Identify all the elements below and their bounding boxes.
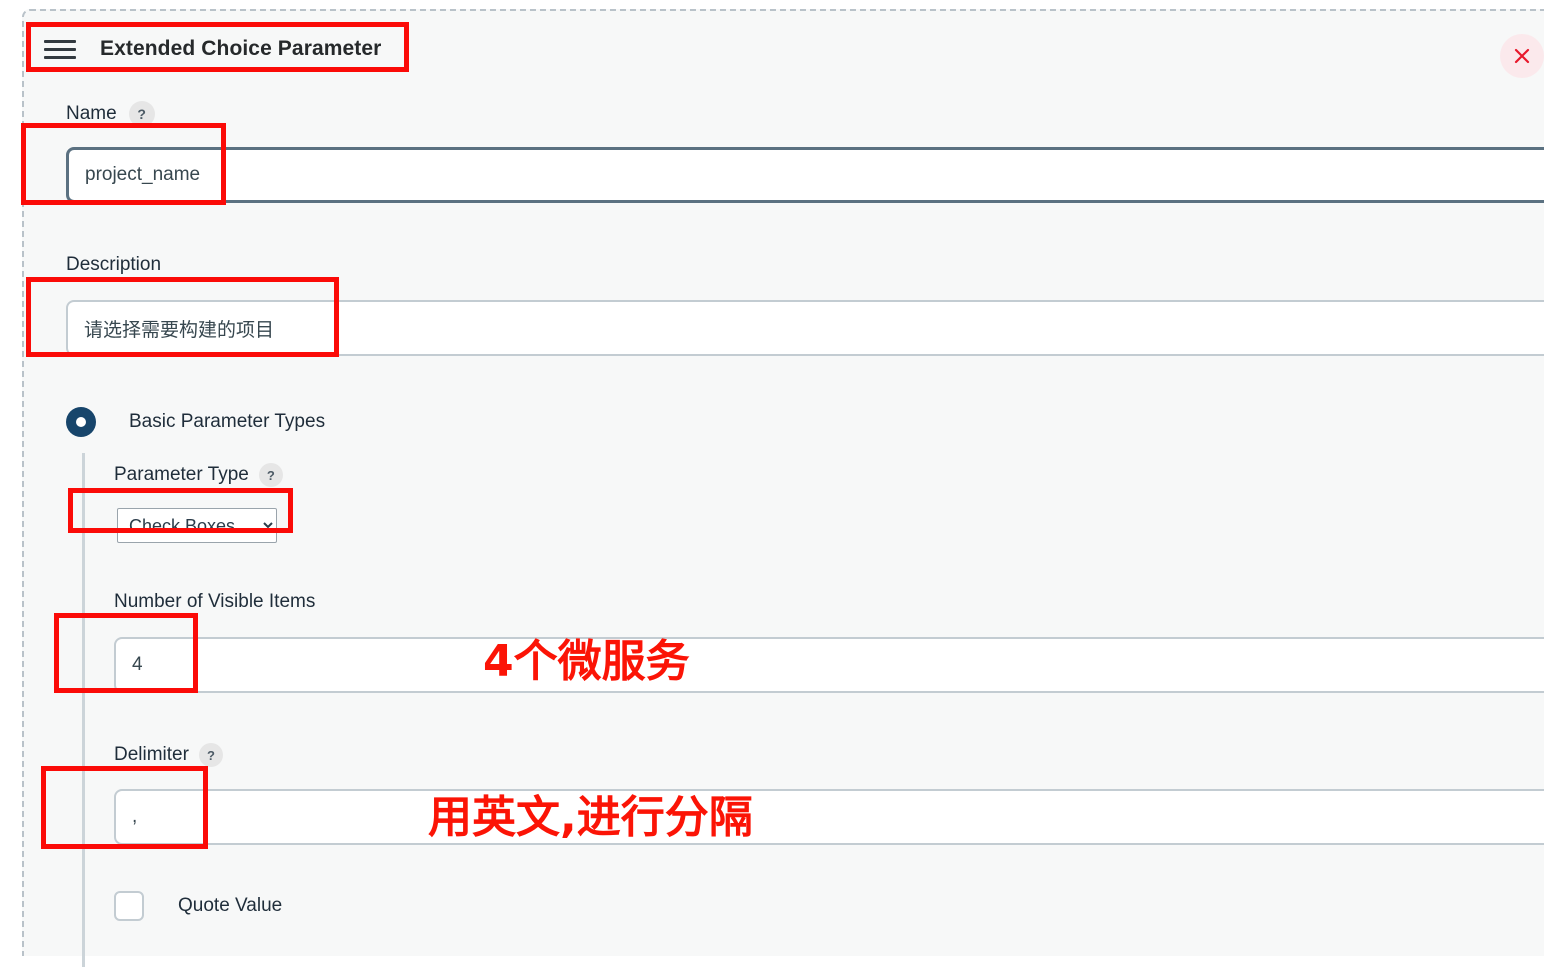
- description-label-text: Description: [66, 254, 162, 275]
- description-input[interactable]: [66, 300, 1544, 356]
- visible-items-label-text: Number of Visible Items: [114, 591, 316, 612]
- name-help-icon[interactable]: ?: [128, 101, 155, 127]
- basic-parameter-types-radio-row[interactable]: Basic Parameter Types: [66, 407, 325, 437]
- delimiter-input[interactable]: [114, 789, 1544, 845]
- delimiter-label-text: Delimiter: [114, 744, 189, 765]
- parameter-type-help-icon[interactable]: ?: [258, 463, 283, 487]
- delimiter-help-icon[interactable]: ?: [198, 743, 223, 767]
- name-field-label: Name ?: [66, 101, 155, 127]
- parameter-type-field-label: Parameter Type ?: [114, 463, 283, 487]
- close-icon: [1514, 48, 1530, 64]
- hamburger-icon[interactable]: [44, 37, 76, 61]
- name-input[interactable]: [66, 147, 1544, 203]
- quote-value-label: Quote Value: [178, 895, 283, 916]
- visible-items-field-label: Number of Visible Items: [114, 591, 315, 613]
- parameter-type-label-text: Parameter Type: [114, 464, 249, 485]
- description-field-label: Description: [66, 254, 161, 276]
- basic-parameter-types-label: Basic Parameter Types: [129, 411, 326, 432]
- delimiter-field-label: Delimiter ?: [114, 743, 223, 767]
- panel-header: Extended Choice Parameter: [38, 25, 381, 73]
- parameter-type-select[interactable]: Check Boxes: [117, 508, 277, 543]
- extended-choice-parameter-panel: Extended Choice Parameter Name ? Descrip…: [22, 9, 1544, 967]
- page-title: Extended Choice Parameter: [100, 37, 382, 60]
- close-button[interactable]: [1500, 34, 1544, 78]
- quote-value-checkbox[interactable]: [114, 891, 144, 921]
- quote-value-row[interactable]: Quote Value: [114, 891, 282, 921]
- basic-parameter-types-radio[interactable]: [66, 407, 96, 437]
- section-indent-guide: [82, 453, 85, 967]
- name-label-text: Name: [66, 103, 117, 124]
- visible-items-input[interactable]: [114, 637, 1544, 693]
